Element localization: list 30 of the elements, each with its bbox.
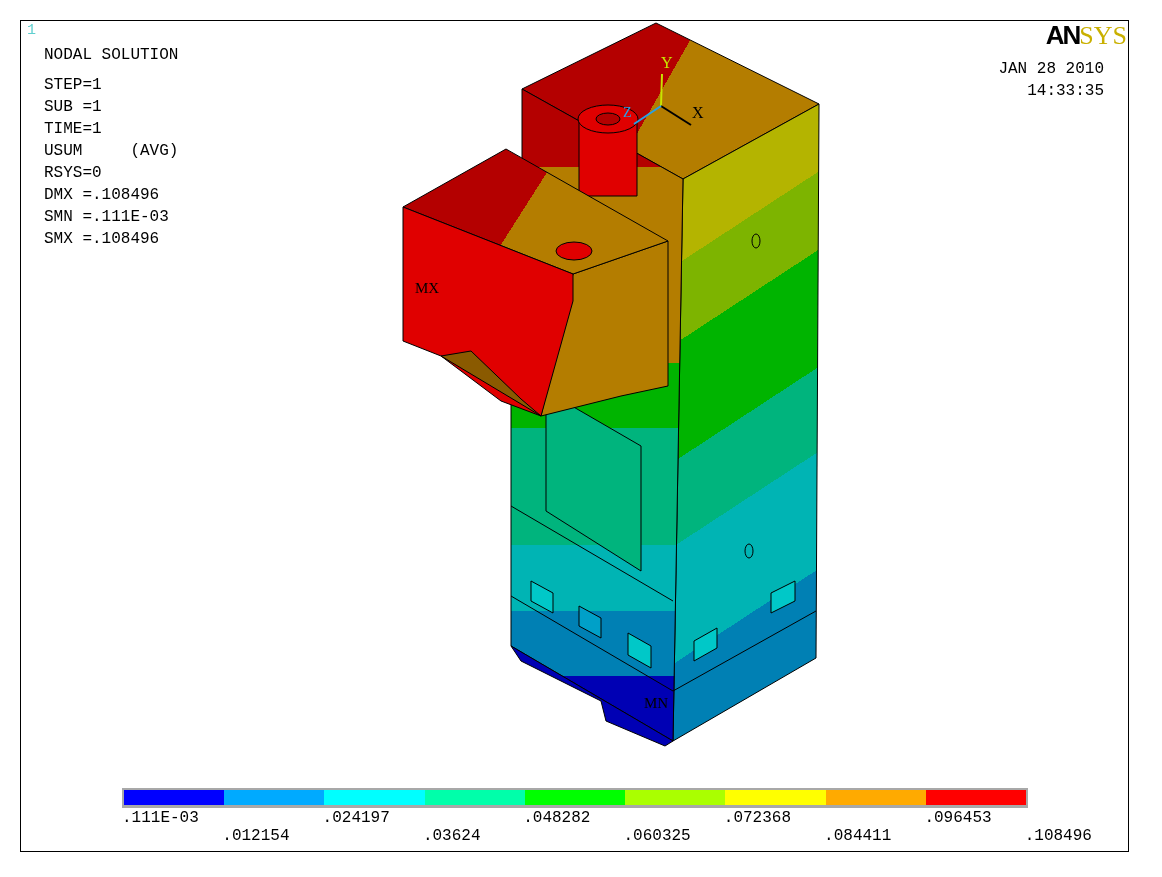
legend-value: .060325 xyxy=(623,827,691,845)
legend-value: .111E-03 xyxy=(122,809,199,827)
legend-value: .012154 xyxy=(222,827,290,845)
axis-label: X xyxy=(692,104,704,121)
window-face xyxy=(693,627,718,662)
window-face xyxy=(530,580,554,614)
hole xyxy=(751,233,761,249)
logo: ANSYS xyxy=(1045,22,1127,49)
axis-label: Z xyxy=(623,105,632,120)
window-face xyxy=(770,580,796,614)
bolt-head xyxy=(555,241,593,261)
solution-info: STEP=1 SUB =1 TIME=1 USUM (AVG) RSYS=0 DMX =.108496 SMN =.111E-03 SMX =.108496 xyxy=(44,75,179,250)
legend-value: .03624 xyxy=(422,827,481,845)
min-marker-label: MN xyxy=(644,695,669,711)
max-marker-label: MX xyxy=(415,280,440,296)
hole xyxy=(744,543,754,559)
legend-value: .108496 xyxy=(1024,827,1092,845)
window-face xyxy=(578,605,602,639)
plot-date: JAN 28 2010 xyxy=(998,59,1104,80)
legend-value: .048282 xyxy=(523,809,591,827)
legend-value: .024197 xyxy=(322,809,390,827)
plot-title: NODAL SOLUTION xyxy=(44,45,179,65)
plot-time: 14:33:35 xyxy=(1027,81,1104,102)
window-face xyxy=(627,632,652,669)
legend-value: .096453 xyxy=(924,809,992,827)
axis-label: Y xyxy=(661,54,673,71)
axis-triad-icon xyxy=(633,73,692,126)
legend-value: .072368 xyxy=(723,809,791,827)
legend-value: .084411 xyxy=(824,827,892,845)
plot-number: 1 xyxy=(27,23,37,39)
